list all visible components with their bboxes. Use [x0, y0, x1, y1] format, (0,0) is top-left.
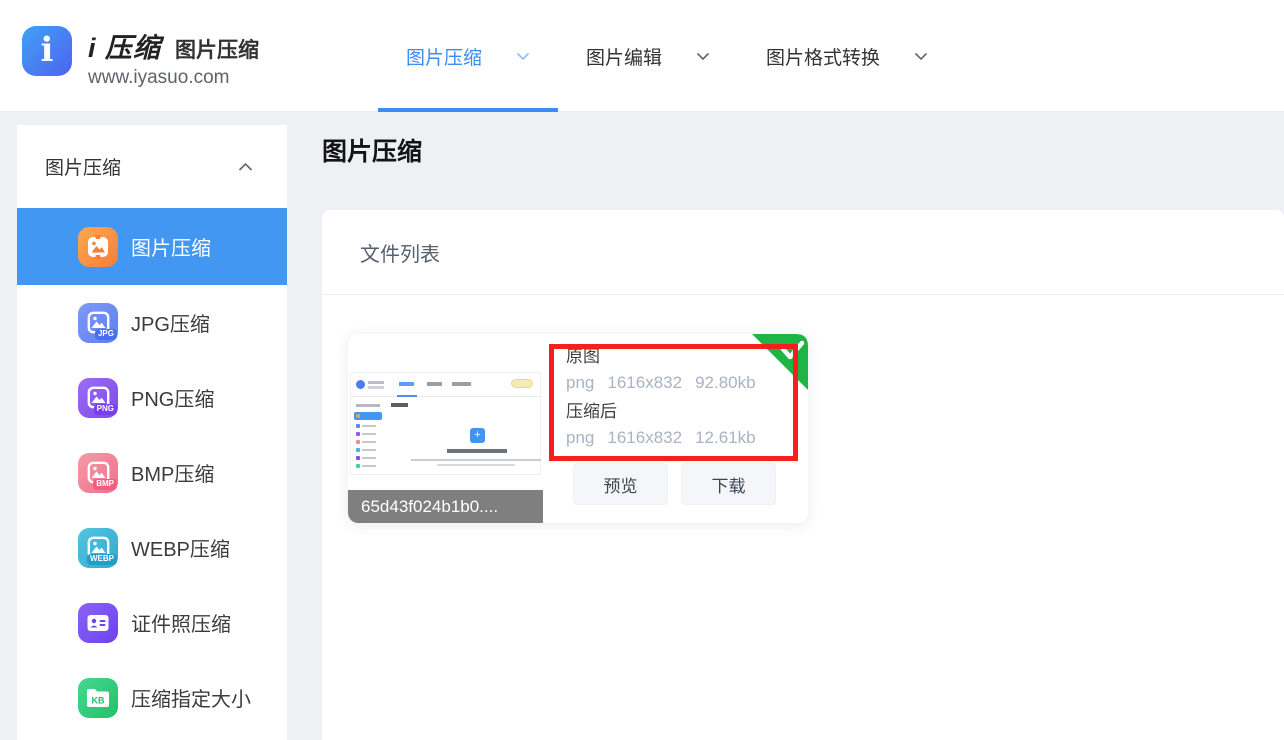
image-icon: PNG [78, 378, 118, 418]
chevron-down-icon [696, 52, 710, 61]
file-card: + 65d43f024b1b0.... 原图 png1616x83292.80k… [348, 334, 808, 523]
chevron-up-icon [238, 162, 253, 172]
header: i i 压缩 图片压缩 www.iyasuo.com 图片压缩 图片编辑 图片格式转… [0, 0, 1284, 112]
format-badge: JPG [95, 329, 117, 340]
original-meta: png1616x83292.80kb [566, 370, 769, 399]
nav-tab-label: 图片编辑 [586, 43, 662, 70]
chevron-down-icon [516, 52, 530, 61]
sidebar-item-图片压缩[interactable]: 图片压缩 [17, 208, 287, 285]
preview-button[interactable]: 预览 [573, 463, 668, 505]
nav-tab-图片格式转换[interactable]: 图片格式转换 [738, 0, 956, 112]
main-nav: 图片压缩 图片编辑 图片格式转换 [378, 0, 956, 112]
panel-title: 文件列表 [360, 238, 440, 267]
file-name: 65d43f024b1b0.... [348, 490, 543, 523]
brand-name: i 压缩 [88, 26, 161, 65]
success-check-ribbon-icon [752, 334, 808, 390]
brand-product: 图片压缩 [175, 34, 259, 64]
id-card-icon [78, 603, 118, 643]
image-icon: JPG [78, 303, 118, 343]
nav-tab-图片压缩[interactable]: 图片压缩 [378, 0, 558, 112]
sidebar-item-label: WEBP压缩 [131, 533, 230, 562]
sidebar: 图片压缩 图片压缩JPGJPG压缩PNGPNG压缩BMPBMP压缩WEBPWEB… [17, 125, 287, 740]
brand-logo-icon: i [22, 26, 72, 76]
nav-tab-label: 图片格式转换 [766, 43, 880, 70]
svg-text:KB: KB [92, 695, 105, 705]
sidebar-group-label: 图片压缩 [45, 153, 121, 180]
sidebar-item-证件照压缩[interactable]: 证件照压缩 [17, 585, 287, 660]
file-list-panel: 文件列表 + [322, 210, 1284, 740]
thumbnail-preview: + [350, 372, 541, 475]
sidebar-item-label: PNG压缩 [131, 383, 214, 412]
sidebar-item-label: 图片压缩 [131, 232, 211, 261]
sidebar-item-BMP压缩[interactable]: BMP BMP压缩 [17, 435, 287, 510]
compressed-label: 压缩后 [566, 399, 769, 425]
kb-folder-icon: KB [78, 678, 118, 718]
brand-text: i 压缩 图片压缩 www.iyasuo.com [88, 26, 259, 89]
upload-plus-icon: + [470, 428, 485, 443]
sidebar-item-label: 证件照压缩 [131, 608, 231, 637]
sidebar-item-JPG压缩[interactable]: JPG JPG压缩 [17, 285, 287, 360]
sidebar-group-header[interactable]: 图片压缩 [17, 125, 287, 208]
sidebar-item-label: JPG压缩 [131, 308, 210, 337]
sidebar-item-压缩指定大小[interactable]: KB 压缩指定大小 [17, 660, 287, 735]
page-title: 图片压缩 [322, 132, 422, 168]
nav-tab-label: 图片压缩 [406, 43, 482, 70]
sidebar-item-label: BMP压缩 [131, 458, 214, 487]
sidebar-item-PNG压缩[interactable]: PNG PNG压缩 [17, 360, 287, 435]
image-icon: BMP [78, 453, 118, 493]
image-icon: WEBP [78, 528, 118, 568]
chevron-down-icon [914, 52, 928, 61]
panel-header: 文件列表 [322, 210, 1284, 295]
file-thumbnail[interactable]: + 65d43f024b1b0.... [348, 334, 543, 523]
format-badge: PNG [94, 404, 117, 415]
sidebar-item-label: 压缩指定大小 [131, 683, 251, 712]
download-button[interactable]: 下载 [681, 463, 776, 505]
compressed-meta: png1616x83212.61kb [566, 425, 769, 454]
sidebar-item-WEBP压缩[interactable]: WEBP WEBP压缩 [17, 510, 287, 585]
nav-tab-图片编辑[interactable]: 图片编辑 [558, 0, 738, 112]
brand-url: www.iyasuo.com [88, 67, 259, 89]
image-compress-icon [78, 227, 118, 267]
format-badge: WEBP [87, 554, 117, 565]
brand[interactable]: i i 压缩 图片压缩 www.iyasuo.com [22, 26, 259, 89]
file-info: 原图 png1616x83292.80kb 压缩后 png1616x83212.… [566, 344, 769, 454]
format-badge: BMP [93, 479, 117, 490]
file-actions: 预览 下载 [573, 463, 776, 505]
original-label: 原图 [566, 344, 769, 370]
